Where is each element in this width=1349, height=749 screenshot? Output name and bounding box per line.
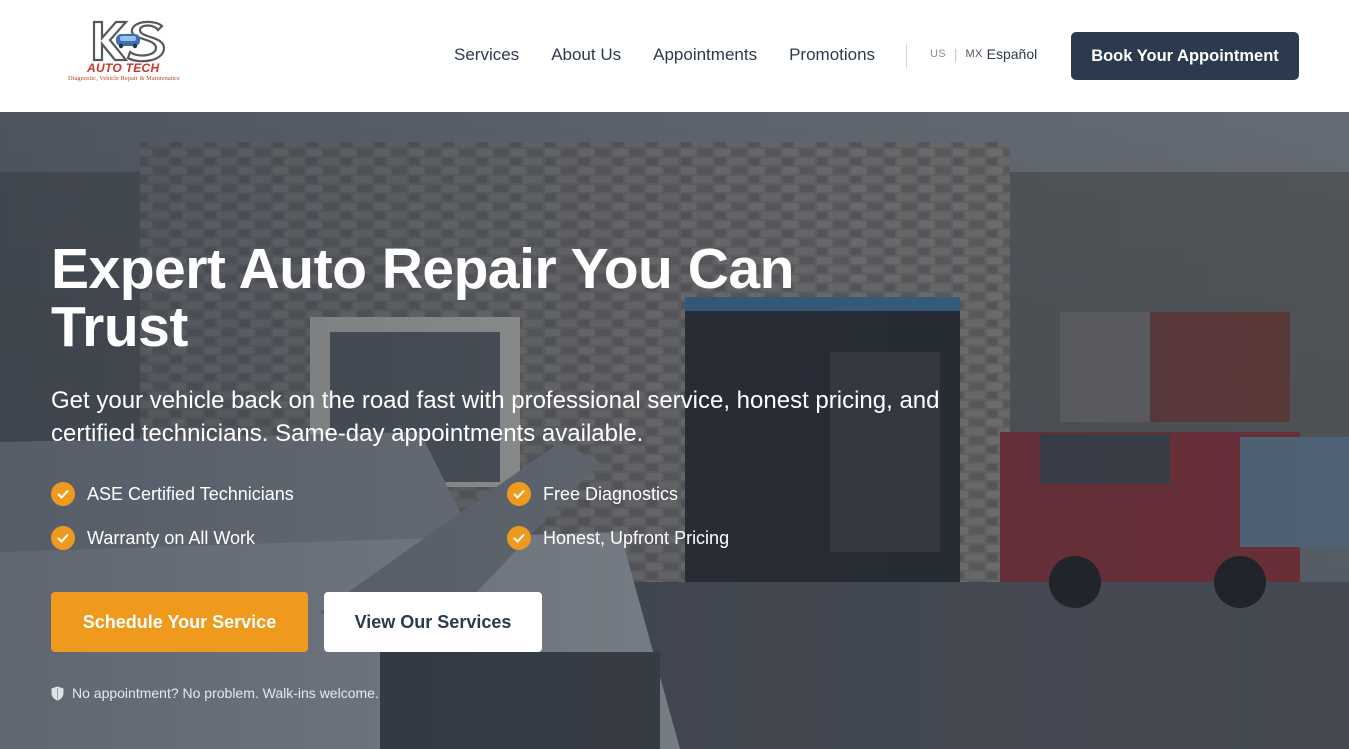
walkin-text: No appointment? No problem. Walk-ins wel… xyxy=(72,685,379,701)
check-circle-icon xyxy=(51,482,75,506)
book-appointment-button[interactable]: Book Your Appointment xyxy=(1071,32,1299,80)
nav-promotions[interactable]: Promotions xyxy=(789,44,875,66)
feature-item: ASE Certified Technicians xyxy=(51,482,294,506)
view-services-button[interactable]: View Our Services xyxy=(324,592,542,652)
lang-us-option[interactable]: US xyxy=(930,48,946,60)
logo-tagline: Diagnostic, Vehicle Repair & Maintenance xyxy=(68,75,180,82)
feature-item: Warranty on All Work xyxy=(51,526,255,550)
hero-title: Expert Auto Repair You Can Trust xyxy=(51,237,794,359)
language-switcher: US | MX Español xyxy=(930,46,1037,62)
feature-item: Free Diagnostics xyxy=(507,482,678,506)
lang-separator: | xyxy=(953,46,958,62)
logo-subtitle: AUTO TECH xyxy=(87,61,160,75)
mx-flag-icon: MX xyxy=(965,48,983,60)
walkin-note: No appointment? No problem. Walk-ins wel… xyxy=(51,685,379,701)
nav-appointments[interactable]: Appointments xyxy=(653,44,757,66)
schedule-service-button[interactable]: Schedule Your Service xyxy=(51,592,308,652)
hero-section: Expert Auto Repair You Can Trust Get you… xyxy=(0,112,1349,749)
nav-services[interactable]: Services xyxy=(454,44,519,66)
brand-logo[interactable]: AUTO TECH Diagnostic, Vehicle Repair & M… xyxy=(64,18,194,86)
shield-icon xyxy=(51,686,64,701)
nav-about-us[interactable]: About Us xyxy=(551,44,621,66)
nav-divider xyxy=(906,44,907,68)
feature-label: Free Diagnostics xyxy=(543,483,679,504)
feature-label: ASE Certified Technicians xyxy=(87,483,294,504)
feature-item: Honest, Upfront Pricing xyxy=(507,526,729,550)
site-header: AUTO TECH Diagnostic, Vehicle Repair & M… xyxy=(0,0,1349,112)
main-nav: Services About Us Appointments Promotion… xyxy=(454,44,907,66)
check-circle-icon xyxy=(507,526,531,550)
feature-label: Honest, Upfront Pricing xyxy=(543,527,730,548)
check-circle-icon xyxy=(507,482,531,506)
lang-spanish-label: Español xyxy=(986,46,1038,62)
feature-label: Warranty on All Work xyxy=(87,527,256,548)
lang-spanish-option[interactable]: MX Español xyxy=(966,46,1038,62)
hero-subtitle: Get your vehicle back on the road fast w… xyxy=(51,387,940,447)
check-circle-icon xyxy=(51,526,75,550)
